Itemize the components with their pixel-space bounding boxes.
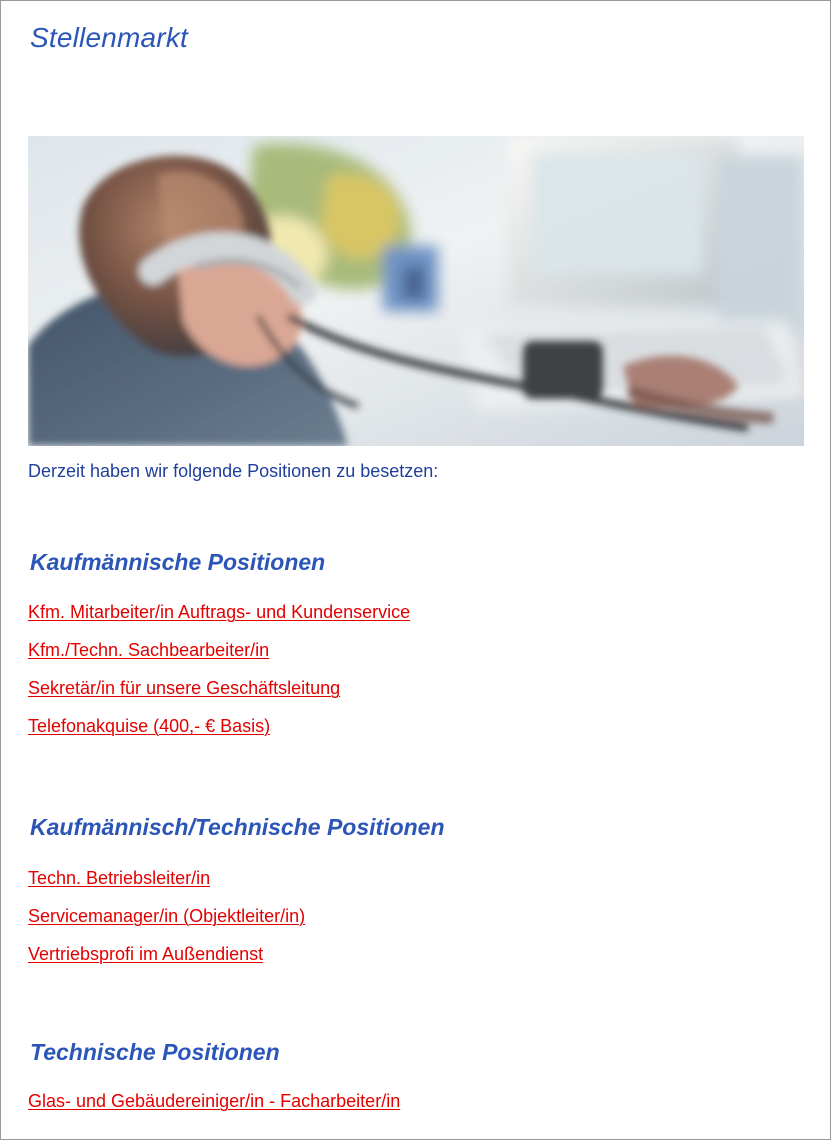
hero-image	[28, 136, 804, 446]
job-list-kaufmaennisch-technische-positionen: Techn. Betriebsleiter/in Servicemanager/…	[28, 864, 305, 978]
list-item: Vertriebsprofi im Außendienst	[28, 940, 305, 978]
section-heading-kaufmaennisch-technische-positionen: Kaufmännisch/Technische Positionen	[30, 814, 445, 840]
intro-text: Derzeit haben wir folgende Positionen zu…	[28, 461, 439, 481]
job-link-glas-gebaeudereiniger[interactable]: Glas- und Gebäudereiniger/in - Facharbei…	[28, 1091, 400, 1111]
job-link-vertriebsprofi[interactable]: Vertriebsprofi im Außendienst	[28, 944, 263, 964]
job-link-techn-betriebsleiter[interactable]: Techn. Betriebsleiter/in	[28, 868, 210, 888]
list-item: Techn. Betriebsleiter/in	[28, 864, 305, 902]
job-link-kfm-techn-sachbearbeiter[interactable]: Kfm./Techn. Sachbearbeiter/in	[28, 640, 269, 660]
office-phone-call-photo	[28, 136, 804, 446]
page-title: Stellenmarkt	[30, 22, 189, 53]
list-item: Telefonakquise (400,- € Basis)	[28, 712, 410, 750]
job-link-telefonakquise[interactable]: Telefonakquise (400,- € Basis)	[28, 716, 270, 736]
section-heading-kaufmaennische-positionen: Kaufmännische Positionen	[30, 549, 326, 575]
list-item: Servicemanager/in (Objektleiter/in)	[28, 902, 305, 940]
job-link-kfm-mitarbeiter[interactable]: Kfm. Mitarbeiter/in Auftrags- und Kunden…	[28, 602, 410, 622]
list-item: Kfm. Mitarbeiter/in Auftrags- und Kunden…	[28, 598, 410, 636]
list-item: Glas- und Gebäudereiniger/in - Facharbei…	[28, 1087, 400, 1125]
job-list-kaufmaennische-positionen: Kfm. Mitarbeiter/in Auftrags- und Kunden…	[28, 598, 410, 750]
job-link-servicemanager[interactable]: Servicemanager/in (Objektleiter/in)	[28, 906, 305, 926]
job-link-sekretaer[interactable]: Sekretär/in für unsere Geschäftsleitung	[28, 678, 340, 698]
list-item: Sekretär/in für unsere Geschäftsleitung	[28, 674, 410, 712]
list-item: Kfm./Techn. Sachbearbeiter/in	[28, 636, 410, 674]
job-list-technische-positionen: Glas- und Gebäudereiniger/in - Facharbei…	[28, 1087, 400, 1125]
section-heading-technische-positionen: Technische Positionen	[30, 1039, 280, 1065]
